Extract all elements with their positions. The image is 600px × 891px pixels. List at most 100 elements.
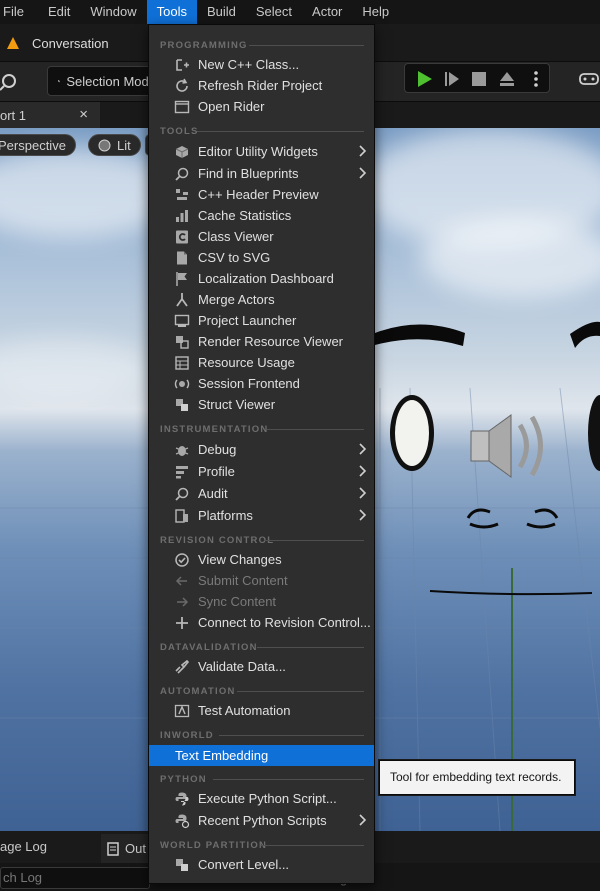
python-icon [175,792,189,806]
class-viewer-icon [176,230,188,244]
menu-item-test-automation[interactable]: Test Automation [149,700,374,721]
play-icon[interactable] [415,70,433,88]
level-warning-icon [7,37,19,49]
render-resource-icon [176,336,189,349]
selection-mode-label: Selection Mode [66,73,156,89]
menu-tools[interactable]: Tools [146,0,197,24]
menu-item-struct-viewer[interactable]: Struct Viewer [149,394,374,415]
eyebrow-right [570,321,600,348]
chevron-right-icon [359,167,367,179]
menu-edit[interactable]: Edit [38,0,80,24]
menu-item-render-resource-viewer[interactable]: Render Resource Viewer [149,331,374,352]
chevron-right-icon [359,487,367,499]
output-log-label: Out [125,841,146,856]
test-flask-icon [174,704,190,718]
menu-select[interactable]: Select [246,0,302,24]
menu-item-platforms[interactable]: Platforms [149,505,374,526]
output-log-icon [107,841,119,856]
search-icon[interactable] [0,72,18,92]
asset-tab-label: Conversation [32,35,109,51]
text-embedding-tooltip: Tool for embedding text records. [379,760,575,795]
menu-item-debug[interactable]: Debug [149,439,374,460]
menu-item-view-changes[interactable]: View Changes [149,549,374,570]
bug-icon [175,446,189,456]
menu-item-text-embedding[interactable]: Text Embedding [149,745,374,766]
menu-item-profile[interactable]: Profile [149,461,374,482]
selection-mode-dropdown[interactable]: Selection Mode [47,66,157,96]
menu-item-session-frontend[interactable]: Session Frontend [149,373,374,394]
menu-item-refresh-rider[interactable]: Refresh Rider Project [149,75,374,96]
menu-item-class-viewer[interactable]: Class Viewer [149,226,374,247]
menu-item-localization-dashboard[interactable]: Localization Dashboard [149,268,374,289]
section-header-instrumentation: INSTRUMENTATION [149,417,374,439]
section-header-automation: AUTOMATION [149,679,374,701]
merge-icon [176,293,188,307]
menu-item-resource-usage[interactable]: Resource Usage [149,352,374,373]
menu-item-audit[interactable]: Audit [149,483,374,504]
advance-frame-icon[interactable] [443,70,461,88]
viewport-tab[interactable]: ort 1 × [0,102,100,128]
eject-icon[interactable] [498,70,516,88]
menu-item-submit-content[interactable]: Submit Content [149,570,374,591]
section-header-python: PYTHON [149,767,374,789]
menu-item-open-rider[interactable]: Open Rider [149,96,374,117]
flag-icon [176,272,187,286]
close-icon[interactable]: × [79,106,88,123]
ide-icon [174,100,190,114]
section-header-tools: TOOLS [149,119,374,141]
gamepad-icon[interactable] [578,70,600,88]
convert-level-icon [176,859,188,871]
speaker-icon [470,414,543,478]
cursor-icon [58,79,60,83]
message-log-tab[interactable]: age Log [0,831,47,863]
chevron-right-icon [359,509,367,521]
new-class-icon [176,59,189,71]
menu-item-cache-statistics[interactable]: Cache Statistics [149,205,374,226]
perspective-chip[interactable]: Perspective [0,134,76,156]
menu-bar: File Edit Window Tools Build Select Acto… [0,0,600,24]
refresh-icon [176,78,188,92]
log-search-input[interactable]: ch Log [0,867,150,889]
widget-cube-icon [175,146,189,158]
menu-item-find-in-blueprints[interactable]: Find in Blueprints [149,163,374,184]
menu-item-editor-utility-widgets[interactable]: Editor Utility Widgets [149,141,374,162]
menu-item-convert-level[interactable]: Convert Level... [149,854,374,875]
menu-item-sync-content[interactable]: Sync Content [149,591,374,612]
eyebrow-left [375,324,465,346]
csv-file-icon [177,251,187,265]
menu-window[interactable]: Window [80,0,146,24]
menu-item-project-launcher[interactable]: Project Launcher [149,310,374,331]
chevron-right-icon [359,145,367,157]
menu-help[interactable]: Help [352,0,399,24]
menu-item-merge-actors[interactable]: Merge Actors [149,289,374,310]
menu-item-new-cpp-class[interactable]: New C++ Class... [149,54,374,75]
viewport-tab-label: ort 1 [0,107,27,123]
lit-chip[interactable]: Lit [88,134,141,156]
perspective-label: Perspective [0,137,66,153]
menu-item-connect-revision-control[interactable]: Connect to Revision Control... [149,612,374,633]
platforms-icon [175,509,188,523]
section-header-inworld: INWORLD [149,723,374,745]
asset-tab-conversation[interactable]: Conversation [0,28,109,58]
lit-label: Lit [117,137,131,153]
menu-item-cpp-header-preview[interactable]: C++ Header Preview [149,184,374,205]
menu-item-csv-to-svg[interactable]: CSV to SVG [149,247,374,268]
find-icon [175,167,189,181]
profile-bars-icon [176,466,188,479]
bar-chart-icon [176,210,188,222]
menu-file[interactable]: File [0,0,38,24]
more-options-icon[interactable] [527,70,545,88]
stop-icon[interactable] [470,70,488,88]
menu-item-execute-python-script[interactable]: Execute Python Script... [149,788,374,809]
section-header-programming: PROGRAMMING [149,33,374,55]
menu-actor[interactable]: Actor [302,0,352,24]
section-header-revision-control: REVISION CONTROL [149,528,374,550]
menu-build[interactable]: Build [197,0,246,24]
menu-item-validate-data[interactable]: Validate Data... [149,656,374,677]
arrow-left-icon [175,576,187,586]
arrow-right-icon [177,597,189,607]
play-controls [404,63,550,93]
section-header-world-partition: WORLD PARTITION [149,833,374,855]
menu-item-recent-python-scripts[interactable]: Recent Python Scripts [149,810,374,831]
header-preview-icon [176,189,188,200]
